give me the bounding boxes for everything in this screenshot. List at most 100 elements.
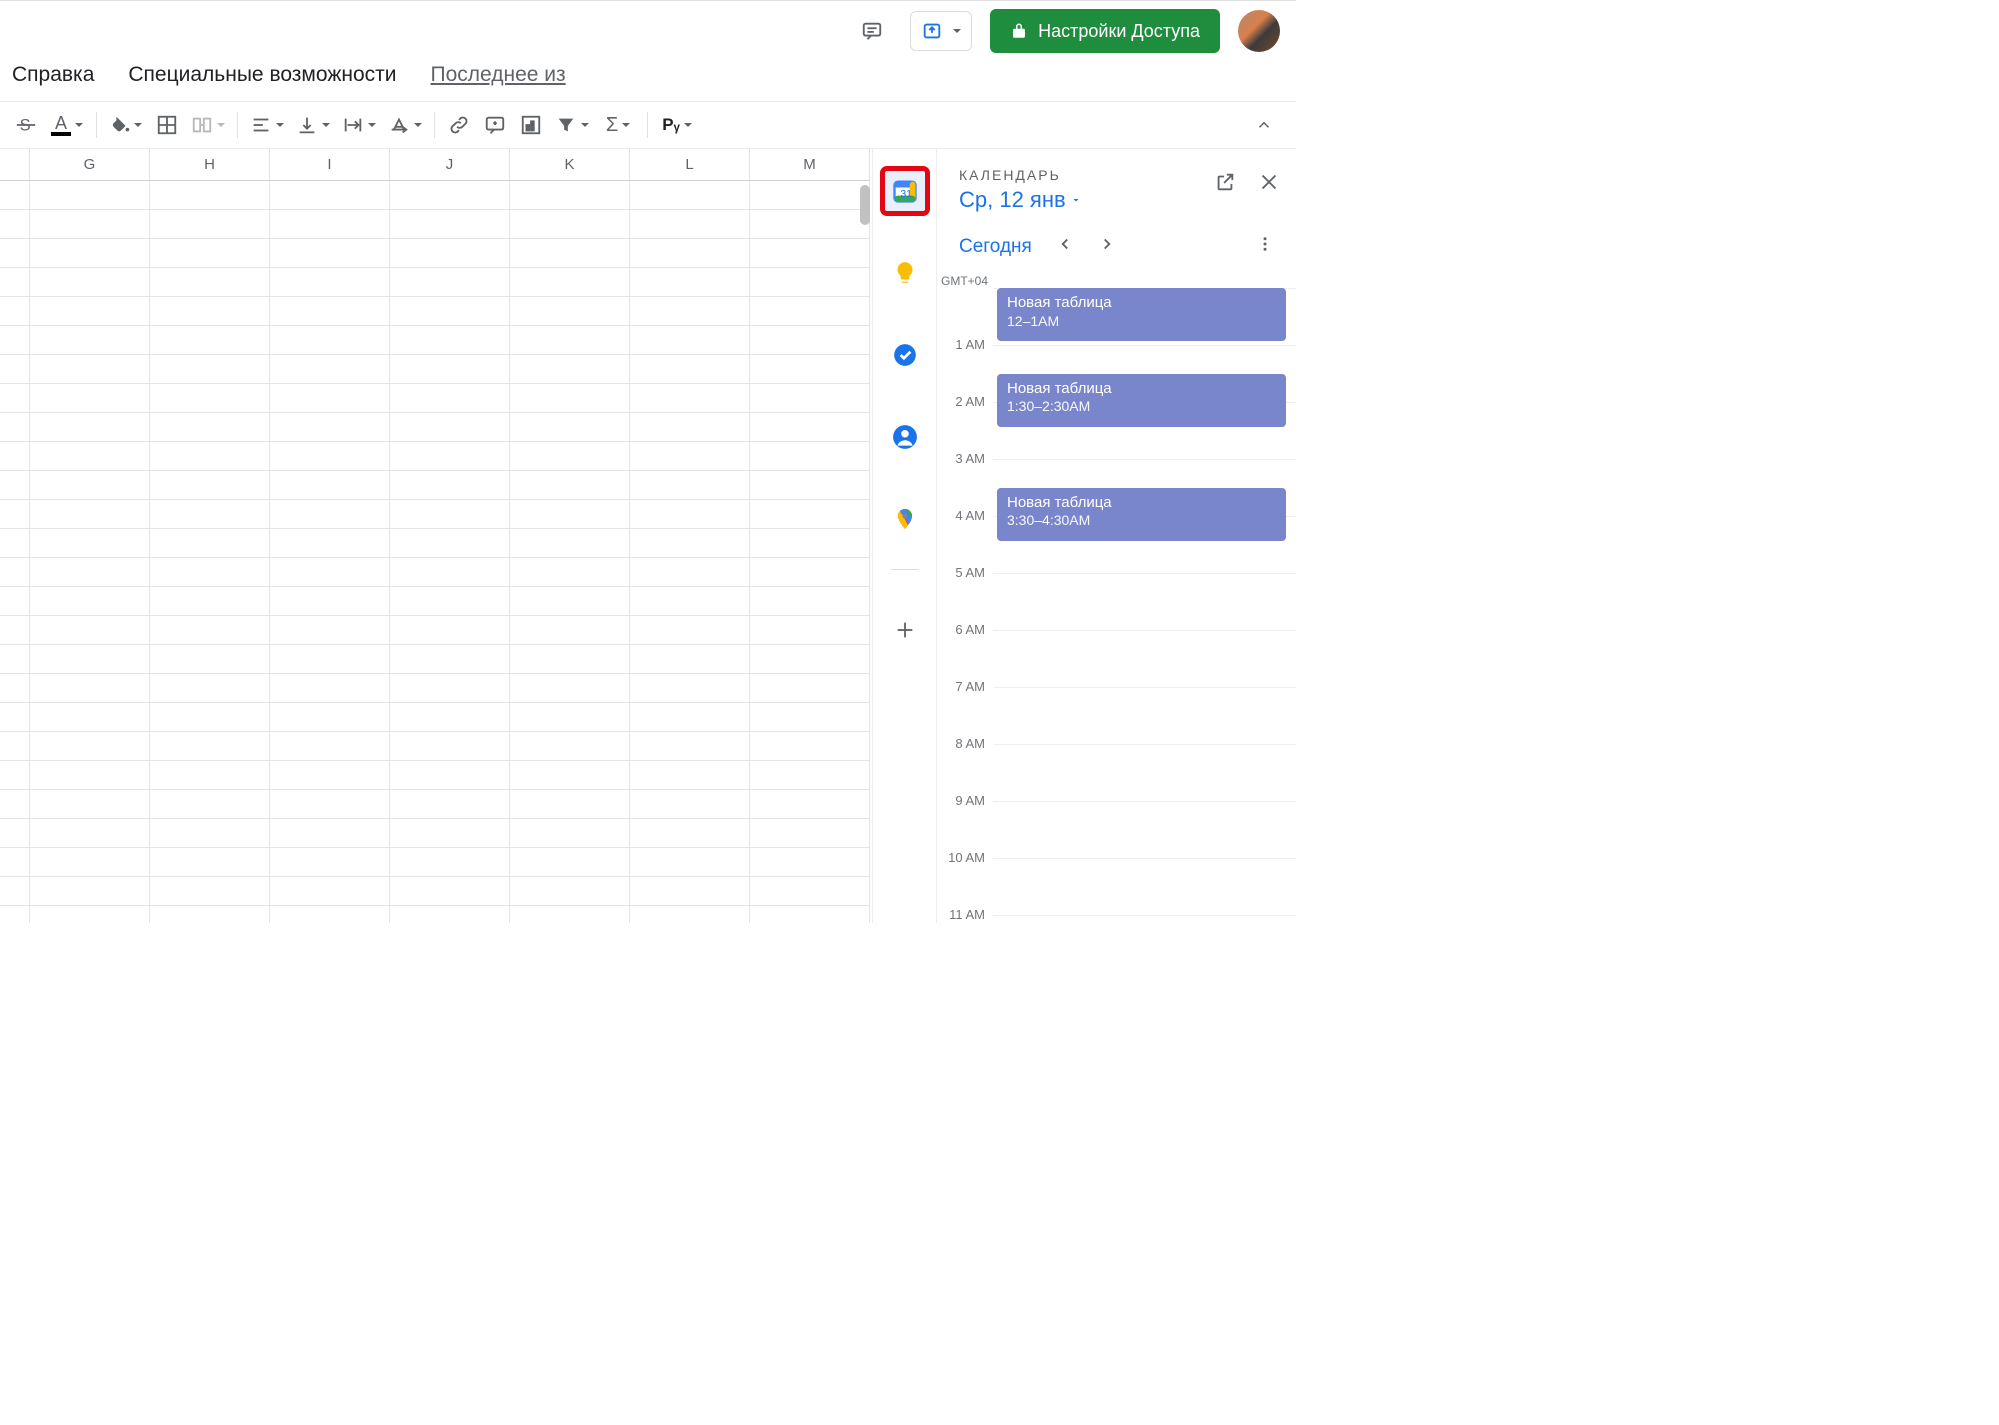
cell[interactable] — [270, 181, 390, 210]
cell[interactable] — [270, 616, 390, 645]
cell[interactable] — [750, 413, 870, 442]
cell[interactable] — [750, 674, 870, 703]
cell[interactable] — [510, 877, 630, 906]
cell[interactable] — [270, 210, 390, 239]
cell[interactable] — [750, 384, 870, 413]
cell[interactable] — [150, 790, 270, 819]
cell[interactable] — [30, 616, 150, 645]
cell[interactable] — [630, 413, 750, 442]
row-gutter[interactable] — [0, 877, 30, 906]
cell[interactable] — [510, 442, 630, 471]
cell[interactable] — [510, 674, 630, 703]
cell[interactable] — [510, 210, 630, 239]
cell[interactable] — [630, 210, 750, 239]
cell[interactable] — [630, 326, 750, 355]
insert-chart-button[interactable] — [513, 107, 549, 143]
cell[interactable] — [270, 587, 390, 616]
cell[interactable] — [630, 587, 750, 616]
cell[interactable] — [390, 268, 510, 297]
cell[interactable] — [510, 500, 630, 529]
cell[interactable] — [630, 790, 750, 819]
cell[interactable] — [30, 587, 150, 616]
cell[interactable] — [150, 616, 270, 645]
cell[interactable] — [270, 732, 390, 761]
open-in-new-icon[interactable] — [1214, 171, 1236, 198]
cell[interactable] — [270, 645, 390, 674]
cell[interactable] — [30, 384, 150, 413]
calendar-event[interactable]: Новая таблица12–1AM — [997, 288, 1286, 341]
cell[interactable] — [270, 268, 390, 297]
cell[interactable] — [270, 239, 390, 268]
cell[interactable] — [390, 761, 510, 790]
vertical-align-button[interactable] — [290, 107, 336, 143]
column-header[interactable]: G — [30, 149, 150, 181]
cell[interactable] — [150, 413, 270, 442]
row-gutter[interactable] — [0, 616, 30, 645]
rail-calendar-button[interactable]: 31 — [883, 169, 927, 213]
row-gutter[interactable] — [0, 848, 30, 877]
cell[interactable] — [150, 326, 270, 355]
collapse-toolbar-button[interactable] — [1246, 107, 1282, 143]
cell[interactable] — [270, 819, 390, 848]
cell[interactable] — [150, 239, 270, 268]
cell[interactable] — [30, 210, 150, 239]
cell[interactable] — [30, 529, 150, 558]
cell[interactable] — [270, 500, 390, 529]
cell[interactable] — [750, 761, 870, 790]
grid-corner[interactable] — [0, 149, 30, 181]
cell[interactable] — [30, 239, 150, 268]
cell[interactable] — [750, 529, 870, 558]
row-gutter[interactable] — [0, 384, 30, 413]
cell[interactable] — [270, 355, 390, 384]
row-gutter[interactable] — [0, 529, 30, 558]
cell[interactable] — [30, 500, 150, 529]
share-button[interactable]: Настройки Доступа — [990, 9, 1220, 53]
cell[interactable] — [150, 384, 270, 413]
cell[interactable] — [150, 471, 270, 500]
account-avatar[interactable] — [1238, 10, 1280, 52]
cell[interactable] — [630, 906, 750, 923]
cell[interactable] — [750, 732, 870, 761]
cell[interactable] — [510, 529, 630, 558]
cell[interactable] — [30, 877, 150, 906]
rail-tasks-button[interactable] — [883, 333, 927, 377]
column-header[interactable]: J — [390, 149, 510, 181]
cell[interactable] — [510, 848, 630, 877]
cell[interactable] — [390, 848, 510, 877]
cell[interactable] — [750, 587, 870, 616]
row-gutter[interactable] — [0, 587, 30, 616]
rail-contacts-button[interactable] — [883, 415, 927, 459]
calendar-event[interactable]: Новая таблица3:30–4:30AM — [997, 488, 1286, 541]
row-gutter[interactable] — [0, 761, 30, 790]
cell[interactable] — [390, 732, 510, 761]
insert-link-button[interactable] — [441, 107, 477, 143]
insert-comment-button[interactable] — [477, 107, 513, 143]
cell[interactable] — [390, 239, 510, 268]
cell[interactable] — [630, 268, 750, 297]
row-gutter[interactable] — [0, 558, 30, 587]
cell[interactable] — [270, 297, 390, 326]
menu-help[interactable]: Справка — [8, 61, 98, 89]
cell[interactable] — [510, 471, 630, 500]
row-gutter[interactable] — [0, 239, 30, 268]
cell[interactable] — [150, 268, 270, 297]
cell[interactable] — [270, 326, 390, 355]
row-gutter[interactable] — [0, 268, 30, 297]
cell[interactable] — [30, 906, 150, 923]
column-header[interactable]: L — [630, 149, 750, 181]
cell[interactable] — [150, 761, 270, 790]
cell[interactable] — [150, 529, 270, 558]
cell[interactable] — [750, 500, 870, 529]
cell[interactable] — [390, 384, 510, 413]
cell[interactable] — [750, 210, 870, 239]
cell[interactable] — [30, 181, 150, 210]
cell[interactable] — [150, 819, 270, 848]
cell[interactable] — [750, 848, 870, 877]
cell[interactable] — [30, 326, 150, 355]
cell[interactable] — [150, 674, 270, 703]
cell[interactable] — [390, 703, 510, 732]
cell[interactable] — [630, 674, 750, 703]
cell[interactable] — [630, 877, 750, 906]
text-rotate-button[interactable] — [382, 107, 428, 143]
cell[interactable] — [510, 819, 630, 848]
